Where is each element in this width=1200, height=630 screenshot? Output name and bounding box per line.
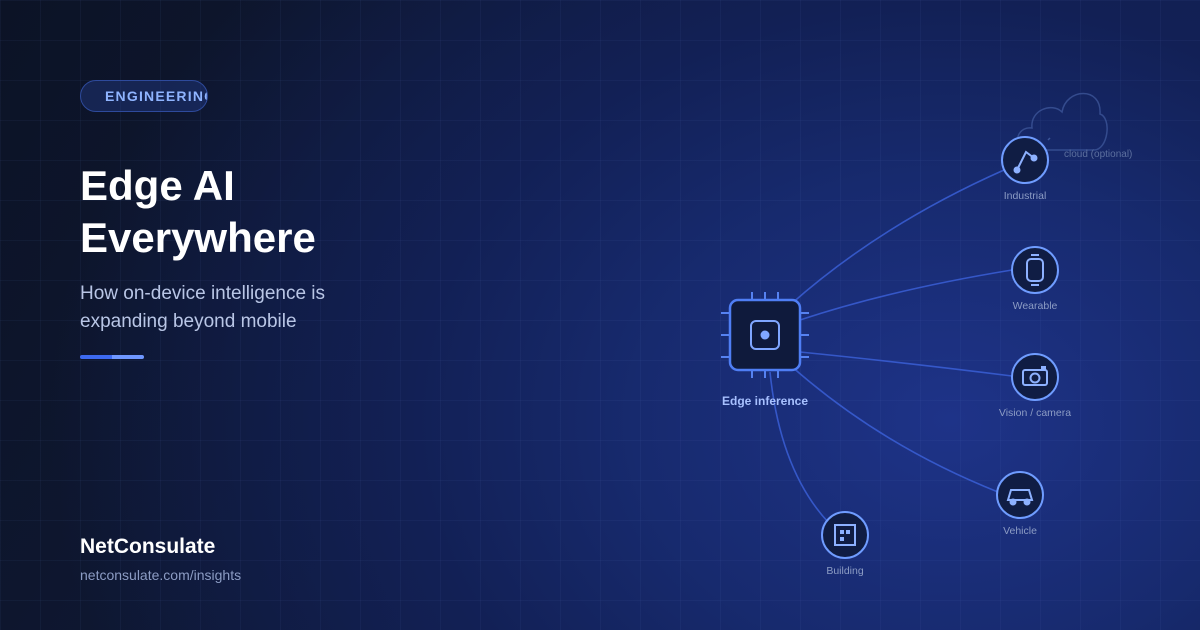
hub-label: Edge inference: [722, 394, 808, 408]
edge-diagram: cloud (optional) Edge inference Industri…: [721, 92, 1132, 577]
node-label-wearable: Wearable: [1013, 300, 1058, 312]
node-vision: [1011, 353, 1059, 401]
node-label-industrial: Industrial: [1004, 190, 1047, 202]
link-vision: [799, 351, 1013, 377]
cloud-link: [1047, 137, 1051, 141]
node-label-vision: Vision / camera: [999, 407, 1071, 419]
node-label-vehicle: Vehicle: [1003, 525, 1037, 537]
node-industrial: [1001, 136, 1049, 184]
node-wearable: [1011, 246, 1059, 294]
cloud-label: cloud (optional): [1064, 149, 1132, 160]
link-vehicle: [789, 364, 999, 493]
node-label-building: Building: [826, 565, 864, 577]
node-vehicle: [996, 471, 1044, 519]
link-industrial: [789, 169, 1005, 306]
link-wearable: [799, 269, 1013, 321]
node-building: [821, 511, 869, 559]
chip-icon: [721, 292, 809, 378]
